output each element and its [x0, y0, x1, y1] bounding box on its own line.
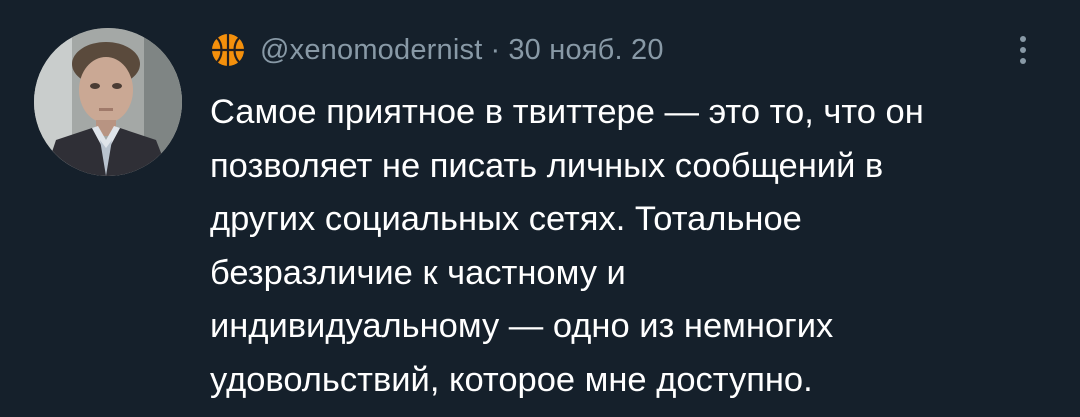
- tweet-text-line: других социальных сетях. Тотальное: [210, 200, 802, 238]
- avatar[interactable]: [34, 28, 182, 176]
- vertical-ellipsis-icon: [1020, 36, 1026, 64]
- tweet-text-line: индивидуальному — одно из немногих: [210, 307, 834, 345]
- tweet-text-line: Самое приятное в твиттере — это то, что …: [210, 93, 924, 131]
- tweet-card[interactable]: @xenomodernist · 30 нояб. 20 Самое прият…: [0, 0, 1080, 417]
- tweet-text-line: удовольствий, которое мне доступно.: [210, 360, 813, 399]
- tweet-date-link[interactable]: 30 нояб. 20: [508, 34, 663, 67]
- tweet-text-line: безразличие к частному и: [210, 253, 626, 292]
- profile-photo-image: [34, 28, 182, 176]
- more-options-button[interactable]: [1010, 32, 1036, 68]
- header-separator: ·: [490, 33, 501, 66]
- tweet-text: Самое приятное в твиттере — это то, что …: [210, 86, 1070, 407]
- tweet-header: @xenomodernist · 30 нояб. 20: [210, 28, 664, 72]
- user-handle-link[interactable]: @xenomodernist: [260, 34, 482, 67]
- tweet-text-line: позволяет не писать личных сообщений в: [210, 146, 884, 185]
- basketball-emoji-icon: [210, 32, 246, 68]
